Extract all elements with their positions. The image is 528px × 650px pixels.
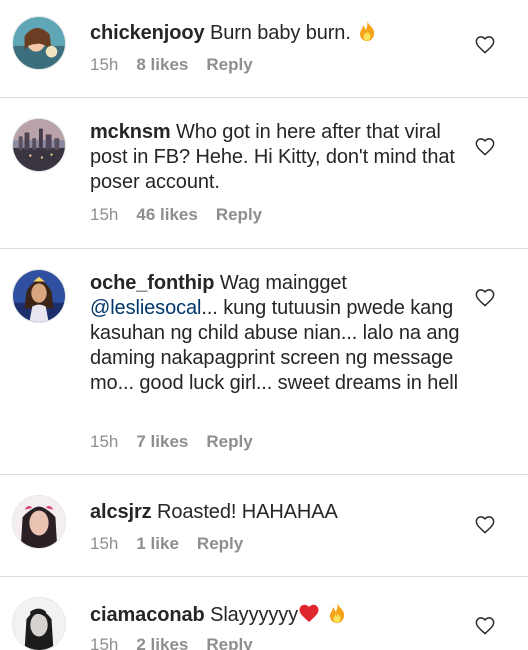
- comment-item: alcsjrz Roasted! HAHAHAA 15h 1 like Reply: [0, 475, 528, 576]
- avatar[interactable]: [12, 495, 66, 549]
- comment-meta: 15h 7 likes Reply: [90, 432, 271, 452]
- reply-button[interactable]: Reply: [206, 635, 252, 650]
- comment-likes[interactable]: 46 likes: [136, 205, 197, 224]
- comment-meta: 15h 8 likes Reply: [90, 55, 271, 75]
- comment-body: Wag maingget: [219, 272, 347, 294]
- mention-link[interactable]: @lesliesocal: [90, 297, 201, 319]
- comment-time: 15h: [90, 55, 119, 74]
- avatar-image: [13, 17, 65, 69]
- comment-text: mcknsm Who got in here after that viral …: [90, 120, 475, 195]
- comments-list: chickenjooy Burn baby burn. 15h 8 likes Re…: [0, 0, 528, 650]
- comment-text: ciamaconab Slayyyyyy: [90, 602, 475, 628]
- fire-emoji: [326, 602, 348, 624]
- comment-time: 15h: [90, 534, 119, 553]
- avatar[interactable]: [12, 269, 66, 323]
- comment-meta: 15h 46 likes Reply: [90, 205, 280, 225]
- comment-text: alcsjrz Roasted! HAHAHAA: [90, 500, 475, 525]
- avatar-image: [13, 598, 65, 650]
- comment-meta: 15h 1 like Reply: [90, 534, 261, 554]
- reply-button[interactable]: Reply: [206, 432, 252, 451]
- heart-outline-icon[interactable]: [474, 136, 496, 156]
- avatar[interactable]: [12, 16, 66, 70]
- avatar-image: [13, 270, 65, 322]
- comment-username[interactable]: ciamaconab: [90, 604, 205, 626]
- heart-outline-icon[interactable]: [474, 34, 496, 54]
- comment-likes[interactable]: 8 likes: [136, 55, 188, 74]
- avatar-image: [13, 119, 65, 171]
- comment-time: 15h: [90, 205, 119, 224]
- fire-emoji: [356, 20, 378, 42]
- comment-body: Slayyyyyy: [210, 604, 299, 626]
- comment-time: 15h: [90, 635, 119, 650]
- comment-username[interactable]: mcknsm: [90, 121, 171, 143]
- comment-item: chickenjooy Burn baby burn. 15h 8 likes Re…: [0, 0, 528, 98]
- heart-outline-icon[interactable]: [474, 615, 496, 635]
- comment-item: mcknsm Who got in here after that viral …: [0, 98, 528, 249]
- heart-outline-icon[interactable]: [474, 514, 496, 534]
- avatar[interactable]: [12, 118, 66, 172]
- comment-username[interactable]: alcsjrz: [90, 501, 152, 523]
- comment-likes[interactable]: 7 likes: [136, 432, 188, 451]
- avatar[interactable]: [12, 597, 66, 650]
- reply-button[interactable]: Reply: [197, 534, 243, 553]
- comment-likes[interactable]: 2 likes: [136, 635, 188, 650]
- heart-outline-icon[interactable]: [474, 287, 496, 307]
- comment-text: chickenjooy Burn baby burn.: [90, 20, 475, 46]
- comment-body: Roasted! HAHAHAA: [157, 501, 338, 523]
- comment-text: oche_fonthip Wag maingget @lesliesocal..…: [90, 271, 475, 396]
- comment-meta: 15h 2 likes Reply: [90, 635, 271, 650]
- comment-likes[interactable]: 1 like: [136, 534, 179, 553]
- reply-button[interactable]: Reply: [216, 205, 262, 224]
- reply-button[interactable]: Reply: [206, 55, 252, 74]
- red-heart-emoji: [298, 602, 320, 624]
- comment-body: Burn baby burn.: [209, 22, 351, 44]
- comment-username[interactable]: chickenjooy: [90, 22, 205, 44]
- comment-time: 15h: [90, 432, 119, 451]
- comment-item: ciamaconab Slayyyyyy 15h 2 likes Reply: [0, 577, 528, 650]
- comment-username[interactable]: oche_fonthip: [90, 272, 214, 294]
- comment-item: oche_fonthip Wag maingget @lesliesocal..…: [0, 249, 528, 474]
- avatar-image: [13, 496, 65, 548]
